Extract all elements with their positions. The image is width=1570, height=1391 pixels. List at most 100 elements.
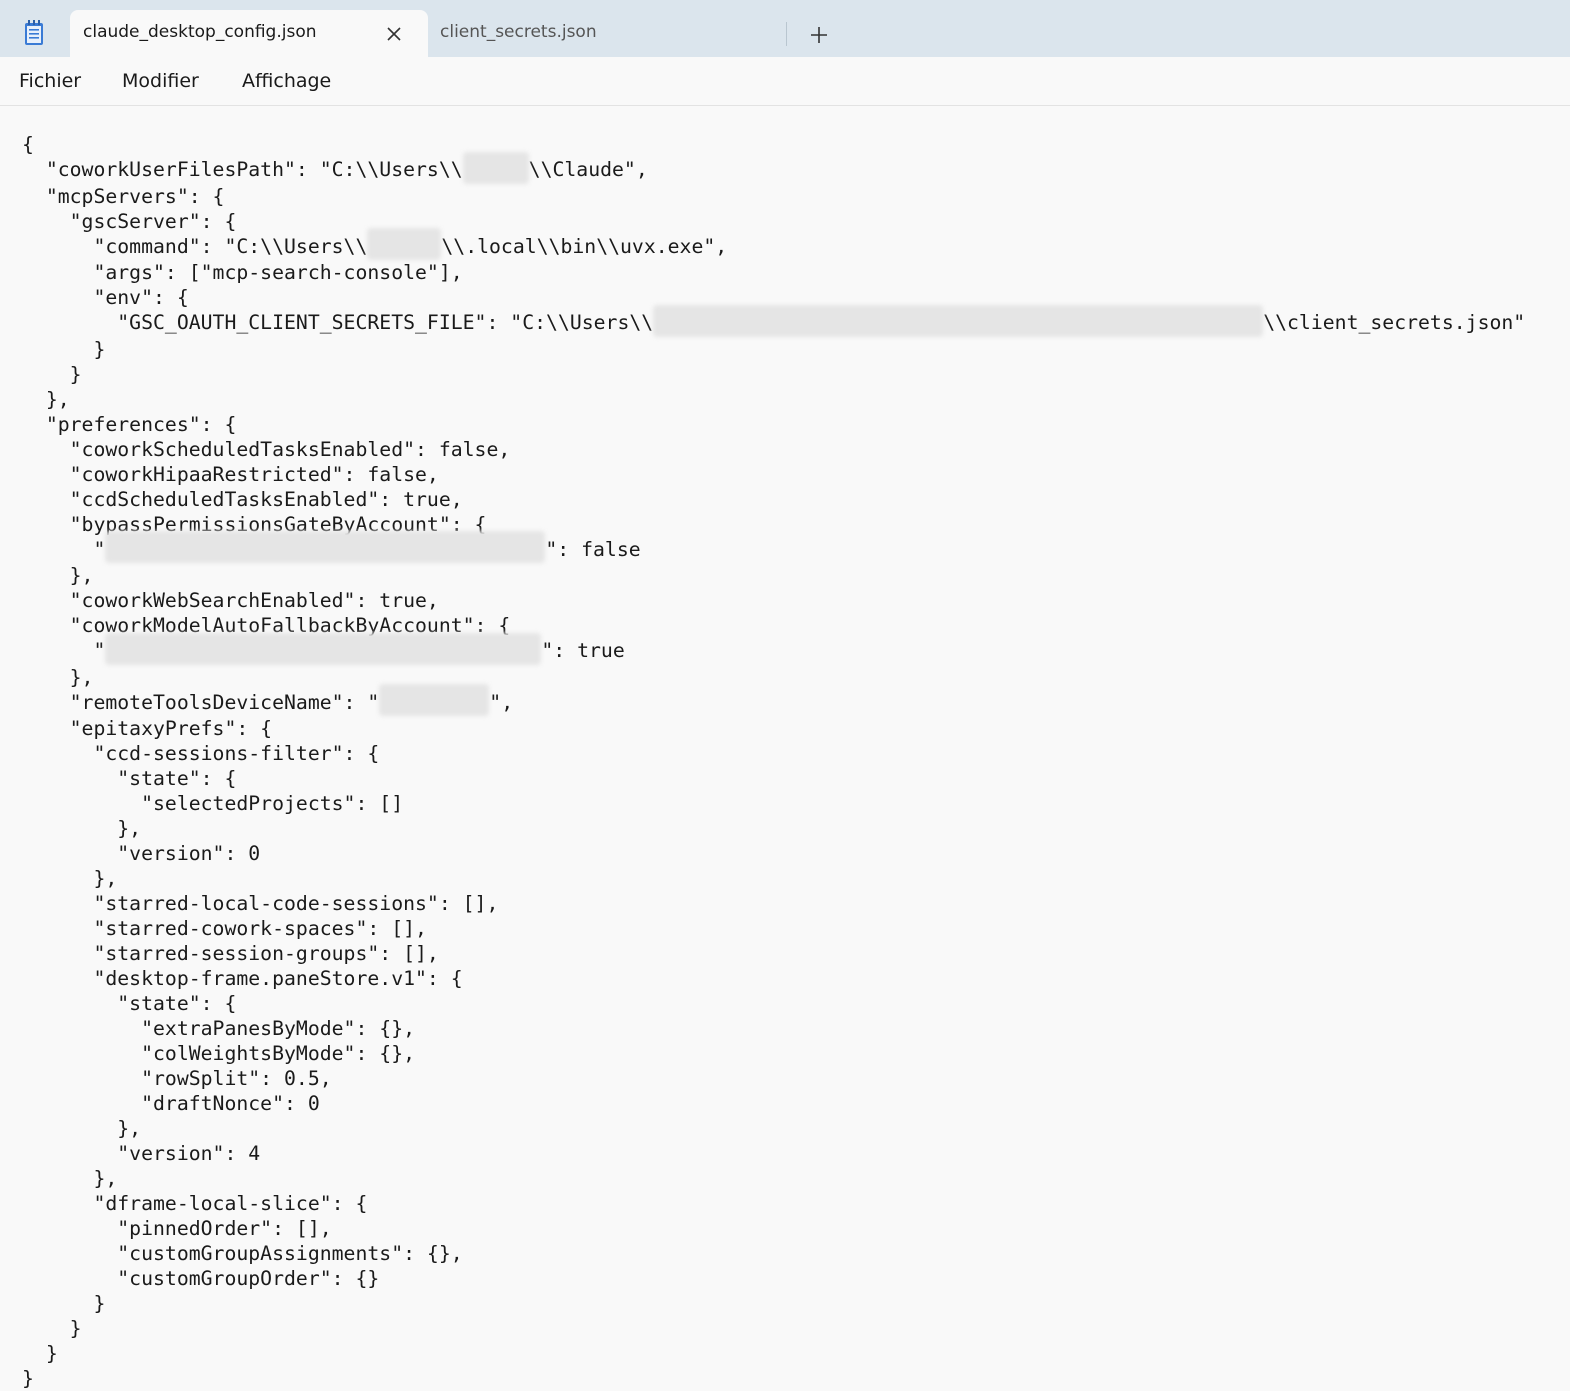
code-text: "epitaxyPrefs": { xyxy=(22,717,273,740)
code-line: { xyxy=(22,133,34,156)
code-line: "ccdScheduledTasksEnabled": true, xyxy=(22,488,463,511)
code-line: } xyxy=(22,1292,105,1315)
code-text: }, xyxy=(22,665,94,689)
tab-divider xyxy=(786,22,787,46)
code-text: "pinnedOrder": [], xyxy=(22,1217,332,1240)
code-line: "state": { xyxy=(22,767,236,790)
code-text: \\.local\\bin\\uvx.exe", xyxy=(441,234,728,258)
code-text: } xyxy=(22,1317,82,1340)
code-line: "selectedProjects": [] xyxy=(22,792,403,815)
code-line: "starred-cowork-spaces": [], xyxy=(22,917,427,940)
code-line: "coworkScheduledTasksEnabled": false, xyxy=(22,437,511,461)
text-editor[interactable]: { "coworkUserFilesPath": "C:\\Users\\ \\C… xyxy=(0,106,1570,1390)
code-line: "coworkUserFilesPath": "C:\\Users\\ \\Cla… xyxy=(22,151,648,184)
code-text: "customGroupOrder": {} xyxy=(22,1267,380,1290)
code-line: "args": ["mcp-search-console"], xyxy=(22,261,463,284)
code-text: }, xyxy=(22,564,94,587)
code-text: "starred-cowork-spaces": [], xyxy=(22,917,427,940)
redacted-text xyxy=(105,531,546,563)
code-text: }, xyxy=(22,867,118,890)
code-text: " xyxy=(22,639,106,662)
redacted-text xyxy=(462,151,529,184)
code-line: "draftNonce": 0 xyxy=(22,1092,320,1115)
code-text: "coworkUserFilesPath": "C:\\Users\\ xyxy=(22,158,463,181)
code-text: "env": { xyxy=(22,286,189,309)
code-line: }, xyxy=(22,665,94,689)
code-text: "ccdScheduledTasksEnabled": true, xyxy=(22,487,463,511)
code-text: { xyxy=(22,133,34,156)
code-text: "colWeightsByMode": {}, xyxy=(22,1042,416,1065)
code-text: "coworkWebSearchEnabled": true, xyxy=(22,589,439,612)
code-line: }, xyxy=(22,1117,141,1140)
code-line: "command": "C:\\Users\\ \\.local\\bin\\uv… xyxy=(22,228,728,260)
tab-label: client_secrets.json xyxy=(440,22,597,42)
tab-claude-desktop-config[interactable]: claude_desktop_config.json xyxy=(70,10,428,57)
code-line: "GSC_OAUTH_CLIENT_SECRETS_FILE": "C:\\Us… xyxy=(22,304,1525,337)
code-line: }, xyxy=(22,564,94,587)
menu-view[interactable]: Affichage xyxy=(242,70,331,92)
code-text: "extraPanesByMode": {}, xyxy=(22,1017,416,1040)
code-line: "pinnedOrder": [], xyxy=(22,1217,332,1240)
code-text: "remoteToolsDeviceName": " xyxy=(22,690,380,714)
code-text: "mcpServers": { xyxy=(22,184,225,208)
redacted-text xyxy=(379,684,490,716)
code-text: "customGroupAssignments": {}, xyxy=(22,1242,463,1265)
code-line: " ": false xyxy=(22,531,641,563)
code-text: "rowSplit": 0.5, xyxy=(22,1067,332,1090)
code-text: ", xyxy=(489,690,514,714)
code-text: "state": { xyxy=(22,767,237,790)
code-text: ": true xyxy=(541,639,625,662)
tab-client-secrets[interactable]: client_secrets.json xyxy=(428,10,786,57)
code-line: "version": 4 xyxy=(22,1142,260,1165)
code-text: "dframe-local-slice": { xyxy=(22,1192,368,1215)
code-text: "args": ["mcp-search-console"], xyxy=(22,261,463,284)
plus-icon[interactable] xyxy=(806,22,832,48)
code-text: "ccd-sessions-filter": { xyxy=(22,742,380,765)
code-line: "dframe-local-slice": { xyxy=(22,1192,367,1215)
code-content[interactable]: { "coworkUserFilesPath": "C:\\Users\\ \\C… xyxy=(22,132,1525,1391)
code-line: "customGroupOrder": {} xyxy=(22,1267,379,1290)
code-text: "starred-local-code-sessions": [], xyxy=(22,892,499,915)
code-text: " xyxy=(22,537,106,561)
close-icon[interactable] xyxy=(382,22,406,46)
code-text: "GSC_OAUTH_CLIENT_SECRETS_FILE": "C:\\Us… xyxy=(22,311,654,334)
code-line: "gscServer": { xyxy=(22,210,237,233)
code-line: "starred-local-code-sessions": [], xyxy=(22,892,498,915)
code-text: }, xyxy=(22,817,142,840)
code-text: "selectedProjects": [] xyxy=(22,792,404,815)
code-line: "extraPanesByMode": {}, xyxy=(22,1017,415,1040)
code-line: "colWeightsByMode": {}, xyxy=(22,1042,415,1065)
code-text: \\Claude", xyxy=(528,158,648,181)
code-line: "version": 0 xyxy=(22,842,260,865)
code-line: } xyxy=(22,363,82,386)
tab-label: claude_desktop_config.json xyxy=(83,22,317,42)
code-line: } xyxy=(22,1367,34,1390)
menu-bar: Fichier Modifier Affichage xyxy=(0,57,1570,106)
code-text: }, xyxy=(22,387,70,411)
code-line: "ccd-sessions-filter": { xyxy=(22,742,379,765)
code-line: "remoteToolsDeviceName": " ", xyxy=(22,684,514,716)
notepad-icon xyxy=(25,20,43,45)
code-line: }, xyxy=(22,1167,117,1190)
code-line: "starred-session-groups": [], xyxy=(22,942,439,965)
code-line: "state": { xyxy=(22,992,236,1015)
code-text: "version": 0 xyxy=(22,842,261,865)
code-text: } xyxy=(22,1292,106,1315)
code-text: "version": 4 xyxy=(22,1142,261,1165)
code-text: "starred-session-groups": [], xyxy=(22,942,439,965)
code-line: " ": true xyxy=(22,632,625,665)
code-text: ": false xyxy=(545,537,641,561)
code-line: "epitaxyPrefs": { xyxy=(22,717,272,740)
code-text: }, xyxy=(22,1117,142,1140)
code-line: "coworkHipaaRestricted": false, xyxy=(22,463,439,486)
code-line: } xyxy=(22,1317,82,1340)
menu-edit[interactable]: Modifier xyxy=(122,70,199,92)
code-line: "customGroupAssignments": {}, xyxy=(22,1242,463,1265)
code-text: "state": { xyxy=(22,992,237,1015)
code-text: "coworkScheduledTasksEnabled": false, xyxy=(22,437,511,461)
code-line: } xyxy=(22,1342,58,1365)
code-text: "coworkHipaaRestricted": false, xyxy=(22,462,439,486)
redacted-text xyxy=(105,632,542,665)
code-line: }, xyxy=(22,867,117,890)
menu-file[interactable]: Fichier xyxy=(19,70,81,92)
